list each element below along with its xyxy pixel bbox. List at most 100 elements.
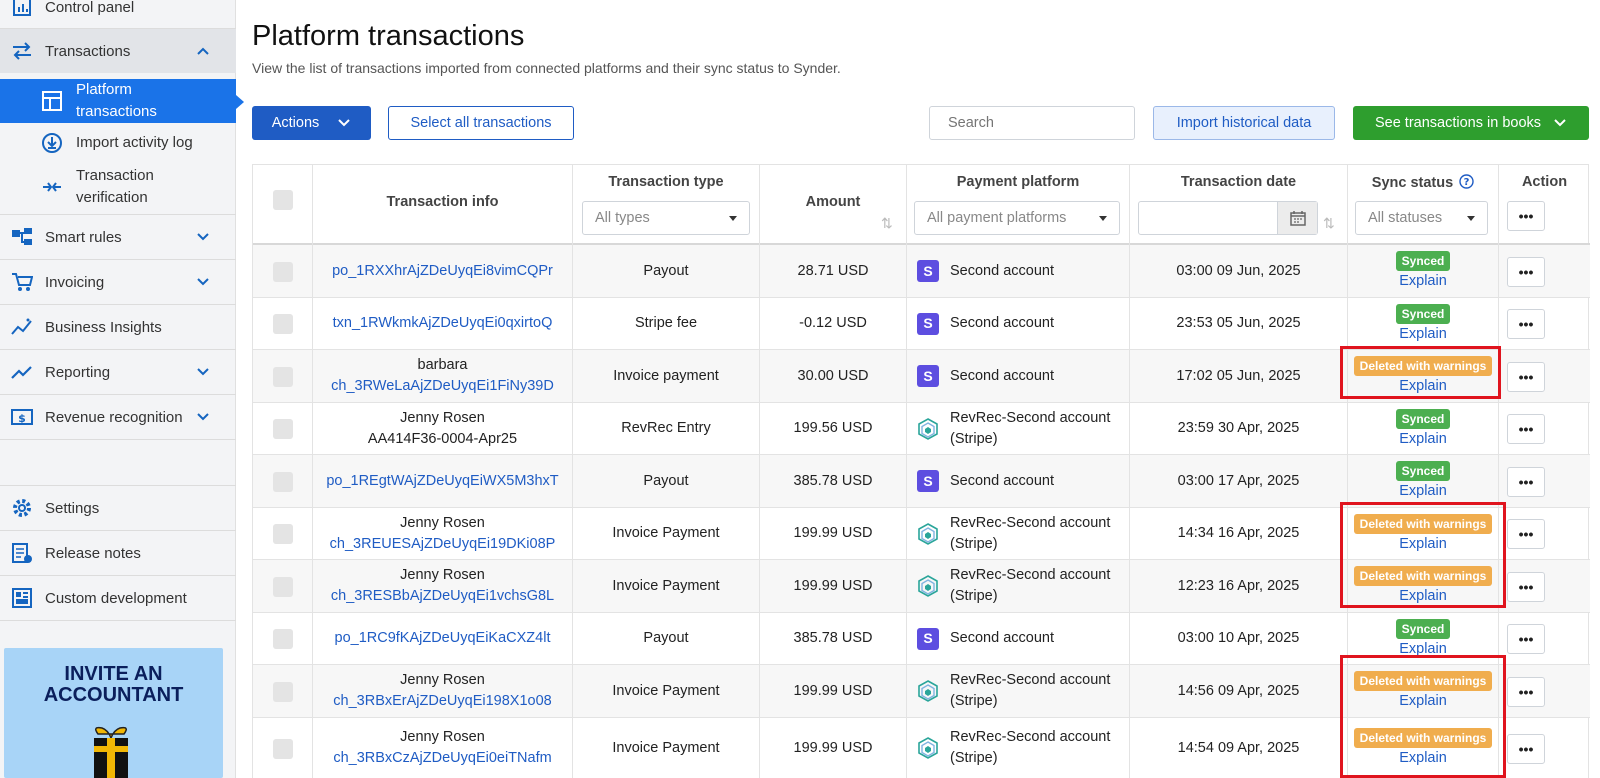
swap-arrows-icon bbox=[10, 39, 34, 63]
sidebar-item-label: Transaction verification bbox=[76, 167, 154, 206]
transaction-id-link[interactable]: po_1REgtWAjZDeUyqEiWX5M3hxT bbox=[326, 471, 558, 492]
platform-name: Second account bbox=[950, 315, 1054, 331]
row-more-button[interactable]: ••• bbox=[1507, 519, 1545, 549]
row-more-button[interactable]: ••• bbox=[1507, 257, 1545, 287]
amount: 199.99 USD bbox=[793, 525, 873, 541]
transaction-info-cell: Jenny Rosen ch_3RBxErAjZDeUyqEi198X1o08 bbox=[313, 665, 572, 717]
row-checkbox[interactable] bbox=[273, 419, 293, 439]
nav-custom-development[interactable]: Custom development bbox=[0, 576, 236, 620]
row-checkbox[interactable] bbox=[273, 524, 293, 544]
platform-name: Second account bbox=[950, 262, 1054, 279]
transaction-id-link[interactable]: ch_3RESBbAjZDeUyqEi1vchsG8L bbox=[331, 586, 554, 607]
sync-status-cell: Synced Explain bbox=[1348, 455, 1498, 507]
platform-name: Second account bbox=[950, 630, 1054, 646]
nav-settings[interactable]: Settings bbox=[0, 486, 236, 530]
sidebar-item-verification[interactable]: Transaction verification bbox=[0, 165, 236, 209]
transaction-info-cell: Jenny Rosen AA414F36-0004-Apr25 bbox=[313, 403, 572, 454]
row-more-button[interactable]: ••• bbox=[1507, 734, 1545, 764]
status-filter-select[interactable]: All statuses bbox=[1355, 201, 1488, 235]
caret-down-icon bbox=[1467, 216, 1475, 221]
explain-link[interactable]: Explain bbox=[1399, 271, 1447, 291]
sort-icon[interactable]: ⇅ bbox=[1323, 215, 1335, 232]
transaction-id-link[interactable]: po_1RXXhrAjZDeUyqEi8vimCQPr bbox=[332, 261, 553, 282]
row-more-button[interactable]: ••• bbox=[1507, 414, 1545, 444]
sidebar-item-platform-transactions[interactable]: Platform transactions bbox=[0, 79, 244, 123]
see-in-books-button[interactable]: See transactions in books bbox=[1353, 106, 1589, 140]
search-input[interactable] bbox=[929, 106, 1135, 140]
transaction-id-link[interactable]: ch_3RWeLaAjZDeUyqEi1FiNy39D bbox=[331, 376, 554, 397]
transaction-id-link[interactable]: po_1RC9fKAjZDeUyqEiKaCXZ4lt bbox=[335, 628, 551, 649]
dashboard-icon bbox=[10, 586, 34, 610]
row-checkbox[interactable] bbox=[273, 682, 293, 702]
transaction-type: Payout bbox=[643, 630, 689, 646]
see-in-books-label: See transactions in books bbox=[1374, 115, 1542, 131]
nav-smart-rules[interactable]: Smart rules bbox=[0, 215, 236, 259]
row-more-button[interactable]: ••• bbox=[1507, 624, 1545, 654]
explain-link[interactable]: Explain bbox=[1399, 481, 1447, 501]
sidebar: Control panel Transactions Platform tran… bbox=[0, 0, 244, 778]
nav-invoicing[interactable]: Invoicing bbox=[0, 260, 236, 304]
bulk-more-button[interactable]: ••• bbox=[1507, 201, 1545, 231]
nav-release-notes[interactable]: Release notes bbox=[0, 531, 236, 575]
transaction-id-link[interactable]: txn_1RWkmkAjZDeUyqEi0qxirtoQ bbox=[333, 313, 553, 334]
date-filter-input[interactable] bbox=[1138, 201, 1318, 235]
nav-reporting[interactable]: Reporting bbox=[0, 350, 236, 394]
row-checkbox[interactable] bbox=[273, 739, 293, 759]
row-checkbox[interactable] bbox=[273, 629, 293, 649]
actions-button[interactable]: Actions bbox=[252, 106, 371, 140]
row-more-button[interactable]: ••• bbox=[1507, 467, 1545, 497]
revrec-cube-icon bbox=[918, 737, 938, 759]
explain-link[interactable]: Explain bbox=[1399, 429, 1447, 449]
help-icon[interactable]: ? bbox=[1459, 174, 1474, 189]
import-historical-button[interactable]: Import historical data bbox=[1153, 106, 1335, 140]
sort-icon[interactable]: ⇅ bbox=[881, 215, 893, 232]
caret-down-icon bbox=[729, 216, 737, 221]
download-circle-icon bbox=[40, 131, 64, 155]
select-all-button[interactable]: Select all transactions bbox=[388, 106, 574, 140]
transaction-id-link[interactable]: ch_3REUESAjZDeUyqEi19DKi08P bbox=[330, 534, 556, 555]
nav-revenue-recognition[interactable]: $ Revenue recognition bbox=[0, 395, 236, 439]
row-checkbox[interactable] bbox=[273, 472, 293, 492]
nav-business-insights[interactable]: Business Insights bbox=[0, 305, 236, 349]
sidebar-item-label: Import activity log bbox=[76, 134, 193, 151]
calendar-icon[interactable] bbox=[1277, 202, 1317, 234]
transaction-info-cell: po_1REgtWAjZDeUyqEiWX5M3hxT bbox=[313, 455, 572, 507]
type-filter-select[interactable]: All types bbox=[582, 201, 750, 235]
row-checkbox[interactable] bbox=[273, 314, 293, 334]
transaction-id-link[interactable]: AA414F36-0004-Apr25 bbox=[368, 429, 517, 450]
nav-transactions[interactable]: Transactions bbox=[0, 29, 236, 73]
transaction-date: 14:54 09 Apr, 2025 bbox=[1177, 739, 1300, 756]
row-checkbox[interactable] bbox=[273, 262, 293, 282]
chevron-down-icon bbox=[196, 229, 210, 245]
status-badge: Synced bbox=[1395, 251, 1451, 271]
platform-filter-select[interactable]: All payment platforms bbox=[914, 201, 1120, 235]
explain-link[interactable]: Explain bbox=[1399, 324, 1447, 344]
transaction-id-link[interactable]: ch_3RBxCzAjZDeUyqEi0eiTNafm bbox=[333, 748, 551, 769]
stripe-s-icon: S bbox=[917, 627, 939, 650]
sidebar-item-import-log[interactable]: Import activity log bbox=[0, 131, 236, 155]
chevron-down-icon bbox=[1554, 119, 1566, 127]
type-filter-value: All types bbox=[595, 210, 650, 226]
row-more-button[interactable]: ••• bbox=[1507, 677, 1545, 707]
platform-source: (Stripe) bbox=[950, 430, 998, 447]
platform-filter-value: All payment platforms bbox=[927, 210, 1067, 226]
row-more-button[interactable]: ••• bbox=[1507, 309, 1545, 339]
transaction-date: 14:34 16 Apr, 2025 bbox=[1177, 525, 1300, 541]
sync-status-cell: Synced Explain bbox=[1348, 298, 1498, 349]
platform-source: (Stripe) bbox=[950, 693, 998, 709]
row-more-button[interactable]: ••• bbox=[1507, 572, 1545, 602]
nav-control-panel[interactable]: Control panel bbox=[0, 0, 236, 18]
row-more-button[interactable]: ••• bbox=[1507, 362, 1545, 392]
transaction-type: Invoice Payment bbox=[612, 577, 720, 594]
transaction-info-cell: Jenny Rosen ch_3REUESAjZDeUyqEi19DKi08P bbox=[313, 508, 572, 559]
transaction-date: 03:00 17 Apr, 2025 bbox=[1177, 472, 1300, 489]
select-all-checkbox[interactable] bbox=[273, 190, 293, 210]
customer-name: Jenny Rosen bbox=[400, 729, 485, 745]
platform-source: (Stripe) bbox=[950, 588, 998, 604]
row-checkbox[interactable] bbox=[273, 367, 293, 387]
transaction-id-link[interactable]: ch_3RBxErAjZDeUyqEi198X1o08 bbox=[333, 691, 551, 712]
actions-label: Actions bbox=[271, 115, 320, 131]
customer-name: Jenny Rosen bbox=[400, 409, 485, 426]
row-checkbox[interactable] bbox=[273, 577, 293, 597]
chevron-up-icon bbox=[196, 43, 210, 59]
